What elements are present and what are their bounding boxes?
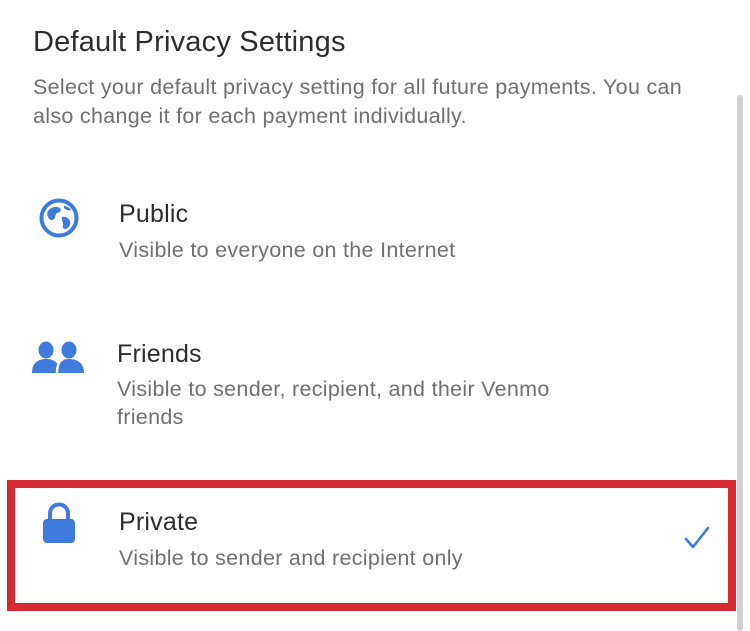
privacy-option-label: Private <box>119 508 199 536</box>
privacy-option-public[interactable]: Public Visible to everyone on the Intern… <box>0 190 737 290</box>
page-subtitle: Select your default privacy setting for … <box>33 75 683 128</box>
privacy-option-description: Visible to sender, recipient, and their … <box>117 377 550 429</box>
globe-icon <box>39 198 79 238</box>
privacy-option-label: Friends <box>117 340 202 368</box>
lock-icon <box>42 502 76 544</box>
privacy-option-private[interactable]: Private Visible to sender and recipient … <box>0 495 737 590</box>
scrollbar[interactable] <box>737 95 743 631</box>
privacy-option-description: Visible to everyone on the Internet <box>119 238 456 262</box>
friends-icon <box>30 340 86 374</box>
privacy-option-description: Visible to sender and recipient only <box>119 546 463 570</box>
privacy-option-label: Public <box>119 200 189 228</box>
privacy-option-friends[interactable]: Friends Visible to sender, recipient, an… <box>0 330 737 440</box>
page-title: Default Privacy Settings <box>33 26 346 58</box>
checkmark-icon <box>683 525 711 551</box>
